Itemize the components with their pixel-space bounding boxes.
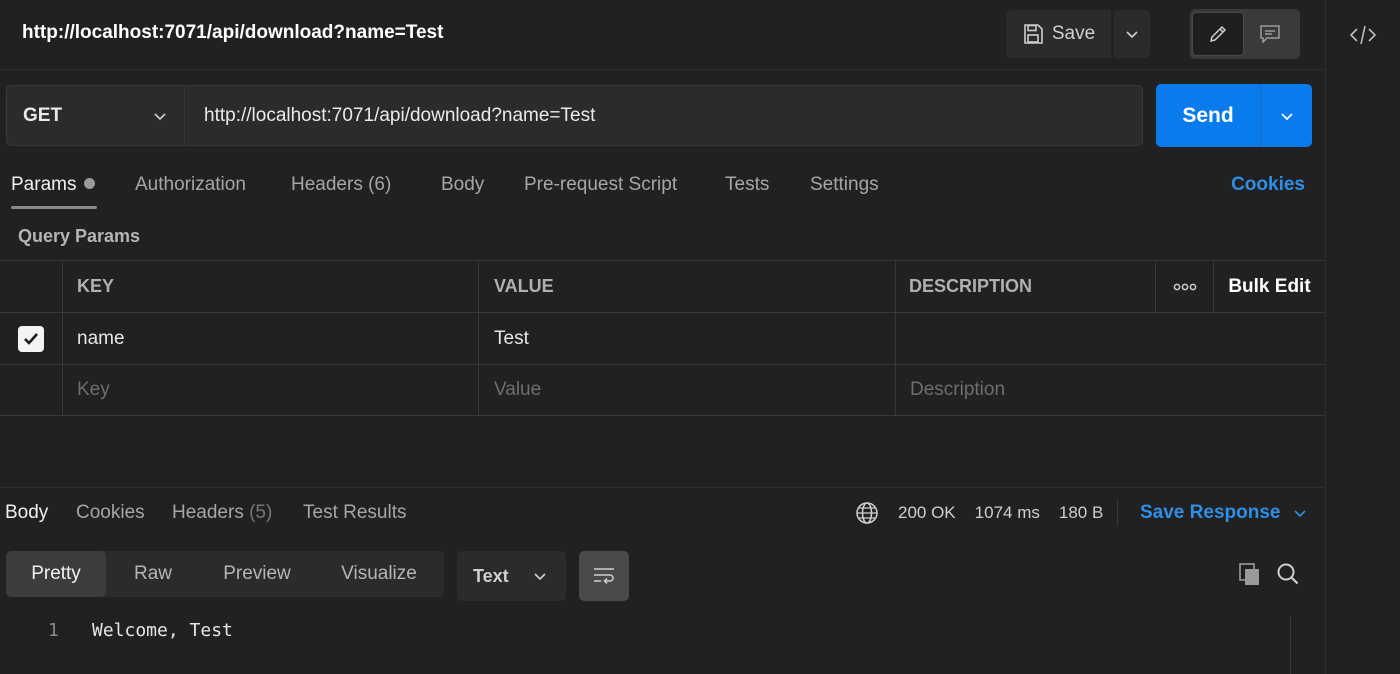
param-key-input[interactable]: name [62, 313, 478, 364]
cookies-link[interactable]: Cookies [1231, 174, 1305, 196]
response-tab-test-results[interactable]: Test Results [303, 502, 406, 524]
view-visualize[interactable]: Visualize [314, 551, 444, 597]
table-row-new: Key Value Description [0, 364, 1325, 416]
column-header-value: VALUE [478, 261, 895, 312]
send-group: Send [1156, 84, 1312, 147]
tab-label: Params [11, 174, 77, 195]
chevron-down-icon [1126, 31, 1138, 39]
table-header-row: KEY VALUE DESCRIPTION Bulk Edit [0, 260, 1325, 312]
save-button[interactable]: Save [1006, 10, 1111, 58]
comment-icon [1260, 25, 1280, 44]
save-response-button[interactable]: Save Response [1140, 502, 1308, 524]
copy-icon[interactable] [1237, 561, 1263, 587]
save-options-button[interactable] [1114, 10, 1150, 58]
query-params-table: KEY VALUE DESCRIPTION Bulk Edit name Tes… [0, 260, 1325, 416]
pencil-icon [1209, 25, 1227, 43]
chevron-down-icon [154, 112, 166, 120]
mode-toggle [1190, 9, 1300, 59]
modified-dot [84, 178, 96, 189]
view-raw[interactable]: Raw [106, 551, 200, 597]
new-value-input[interactable]: Value [478, 365, 895, 415]
format-select[interactable]: Text [457, 551, 566, 601]
request-name[interactable]: http://localhost:7071/api/download?name=… [22, 22, 443, 44]
row-check-cell [0, 313, 62, 364]
response-size[interactable]: 180 B [1059, 503, 1103, 523]
tab-tests[interactable]: Tests [725, 174, 769, 196]
save-group: Save [1006, 10, 1150, 58]
response-divider[interactable] [0, 487, 1325, 488]
method-select[interactable]: GET [6, 85, 185, 146]
more-icon [1173, 283, 1196, 290]
response-body-text[interactable]: Welcome, Test [92, 620, 233, 641]
response-tab-cookies[interactable]: Cookies [76, 502, 145, 524]
code-snippet-icon[interactable] [1348, 22, 1378, 48]
response-tab-headers[interactable]: Headers (5) [172, 502, 272, 524]
format-label: Text [473, 565, 509, 586]
chevron-down-icon [534, 573, 546, 581]
response-meta: 200 OK 1074 ms 180 B [855, 500, 1132, 526]
method-label: GET [23, 104, 63, 126]
divider [1117, 500, 1119, 526]
right-sidebar [1325, 0, 1400, 674]
view-mode-switcher: Pretty Raw Preview Visualize [6, 551, 444, 597]
bulk-edit-button[interactable]: Bulk Edit [1213, 261, 1325, 312]
save-label: Save [1051, 23, 1096, 44]
chevron-down-icon [1280, 112, 1293, 120]
more-options-button[interactable] [1155, 261, 1213, 312]
status-code[interactable]: 200 OK [898, 503, 956, 523]
param-checkbox[interactable] [18, 325, 44, 352]
send-button[interactable]: Send [1156, 104, 1260, 128]
tab-authorization[interactable]: Authorization [135, 174, 246, 196]
new-description-input[interactable]: Description [895, 365, 1325, 415]
param-description-input[interactable] [895, 313, 1325, 364]
edit-mode-button[interactable] [1192, 12, 1244, 56]
send-options-button[interactable] [1260, 84, 1312, 147]
headers-count: (5) [249, 502, 273, 523]
param-value-input[interactable]: Test [478, 313, 895, 364]
row-check-cell [0, 365, 62, 415]
search-icon[interactable] [1275, 561, 1301, 587]
tab-params[interactable]: Params [11, 174, 96, 196]
checkmark-icon [24, 332, 38, 345]
line-number: 1 [48, 620, 59, 641]
save-response-label: Save Response [1140, 502, 1281, 523]
word-wrap-button[interactable] [579, 551, 629, 601]
request-header-bar: http://localhost:7071/api/download?name=… [0, 0, 1325, 70]
chevron-down-icon [1294, 510, 1307, 518]
tab-body[interactable]: Body [441, 174, 484, 196]
response-time[interactable]: 1074 ms [975, 503, 1040, 523]
query-params-title: Query Params [18, 226, 141, 246]
url-bar: GET http://localhost:7071/api/download?n… [6, 85, 1143, 146]
column-header-key: KEY [62, 261, 478, 312]
view-pretty[interactable]: Pretty [6, 551, 106, 597]
table-row: name Test [0, 312, 1325, 364]
column-header-description: DESCRIPTION [895, 261, 1155, 312]
comment-mode-button[interactable] [1244, 12, 1296, 56]
header-check-cell [0, 261, 62, 312]
new-key-input[interactable]: Key [62, 365, 478, 415]
url-input[interactable]: http://localhost:7071/api/download?name=… [185, 85, 1143, 146]
view-preview[interactable]: Preview [200, 551, 314, 597]
active-tab-indicator [11, 206, 97, 209]
tab-headers[interactable]: Headers (6) [291, 174, 391, 196]
save-icon [1024, 24, 1043, 44]
request-tabs: Params Authorization Headers (6) Body Pr… [0, 170, 1325, 210]
response-tab-body[interactable]: Body [5, 502, 48, 524]
tab-pre-request-script[interactable]: Pre-request Script [524, 174, 677, 196]
wrap-lines-icon [594, 568, 614, 585]
tab-settings[interactable]: Settings [810, 174, 879, 196]
tab-label: Headers [172, 502, 244, 523]
editor-scrollbar-edge [1290, 617, 1291, 674]
globe-icon[interactable] [855, 501, 879, 525]
